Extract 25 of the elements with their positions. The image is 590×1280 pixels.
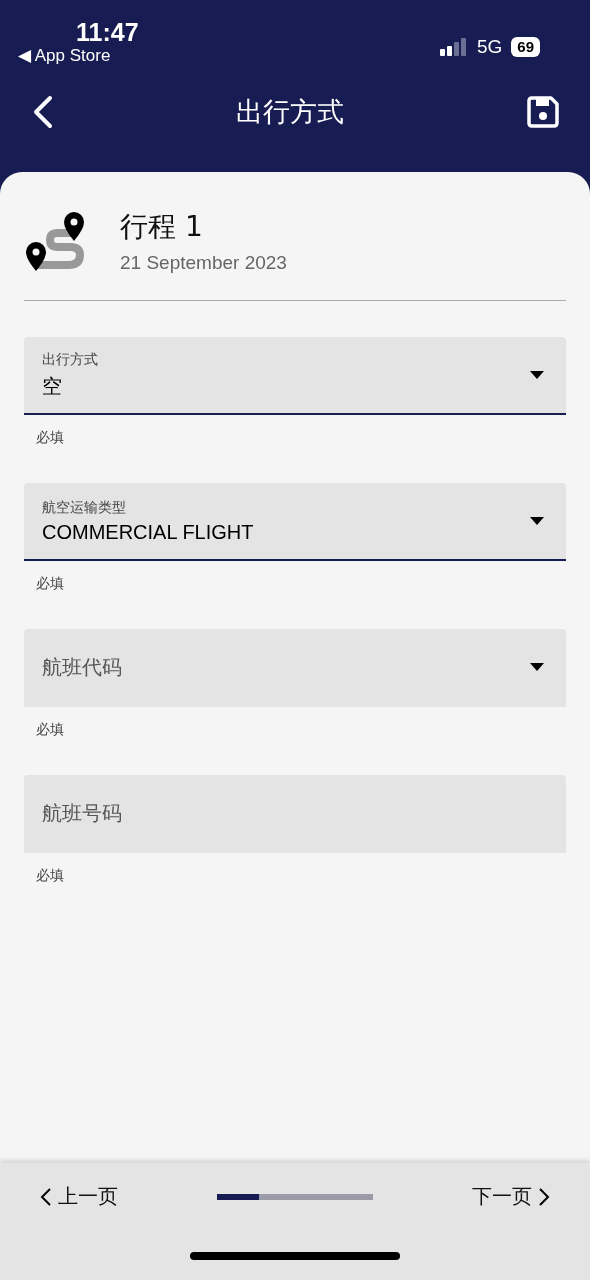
caret-icon	[530, 371, 544, 379]
page-title: 出行方式	[236, 95, 344, 129]
hint-text: 必填	[36, 575, 65, 593]
caret-icon	[530, 517, 544, 525]
trip-title: 行程 1	[120, 209, 204, 245]
trip-date: 21 September 2023	[120, 252, 287, 274]
network-label: 5G	[476, 36, 503, 58]
dropdown-field[interactable]: 出行方式 空	[24, 337, 566, 415]
dropdown-field[interactable]: 航班代码	[24, 629, 566, 707]
previous-page-button[interactable]: 上一页	[40, 1183, 118, 1210]
hint-text: 必填	[36, 867, 65, 885]
chevron-right-icon	[538, 1186, 550, 1207]
back-icon[interactable]	[32, 95, 54, 129]
dropdown-field[interactable]: 航空运输类型 COMMERCIAL FLIGHT	[24, 483, 566, 561]
save-icon[interactable]	[526, 95, 560, 129]
battery-level: 69	[511, 37, 540, 57]
caret-icon	[530, 663, 544, 671]
hint-text: 必填	[36, 429, 65, 447]
chevron-left-icon	[40, 1186, 52, 1207]
input-field[interactable]: 航班号码	[24, 775, 566, 853]
hint-text: 必填	[36, 721, 65, 739]
signal-icon	[439, 38, 468, 56]
next-page-button[interactable]: 下一页	[472, 1183, 550, 1210]
status-time: 11:47	[76, 18, 139, 46]
back-to-app-link[interactable]: ◀ App Store	[18, 46, 111, 66]
